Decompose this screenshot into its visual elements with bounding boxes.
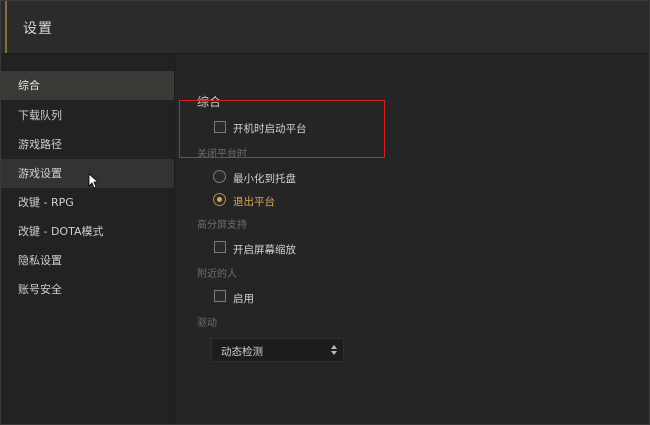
window-title: 设置	[23, 21, 53, 37]
settings-window: 设置 综合 下载队列 游戏路径 游戏设置 改键 - RPG 改键 - DOTA模…	[0, 0, 650, 425]
hidpi-group-label: 高分屏支持	[197, 220, 247, 231]
screen-scaling-checkbox[interactable]	[214, 241, 226, 253]
driver-group-label: 驱动	[197, 318, 217, 329]
sidebar-item-game-path[interactable]: 游戏路径	[1, 130, 174, 159]
select-updown-arrows-icon	[331, 345, 337, 355]
sidebar-item-keymap-dota[interactable]: 改键 - DOTA模式	[1, 217, 174, 246]
sidebar-item-account-security[interactable]: 账号安全	[1, 275, 174, 304]
annotation-highlight-box	[179, 100, 385, 158]
sidebar-item-general[interactable]: 综合	[1, 71, 174, 100]
driver-select[interactable]: 动态检测	[211, 338, 344, 362]
radio-minimize-to-tray[interactable]	[213, 170, 226, 183]
radio-exit-platform-label[interactable]: 退出平台	[233, 194, 275, 209]
enable-nearby-checkbox-label[interactable]: 启用	[233, 291, 254, 306]
enable-nearby-checkbox[interactable]	[214, 290, 226, 302]
sidebar-item-download-queue[interactable]: 下载队列	[1, 101, 174, 130]
screen-scaling-checkbox-label[interactable]: 开启屏幕缩放	[233, 242, 296, 257]
settings-sidebar: 综合 下载队列 游戏路径 游戏设置 改键 - RPG 改键 - DOTA模式 隐…	[1, 54, 175, 424]
radio-exit-platform[interactable]	[213, 193, 226, 206]
radio-minimize-to-tray-label[interactable]: 最小化到托盘	[233, 171, 296, 186]
sidebar-item-privacy[interactable]: 隐私设置	[1, 246, 174, 275]
title-bar: 设置	[1, 1, 649, 54]
mouse-cursor-icon	[88, 173, 98, 189]
title-accent-bar	[5, 1, 7, 53]
driver-select-value: 动态检测	[221, 346, 263, 358]
sidebar-item-keymap-rpg[interactable]: 改键 - RPG	[1, 188, 174, 217]
nearby-people-group-label: 附近的人	[197, 269, 237, 280]
